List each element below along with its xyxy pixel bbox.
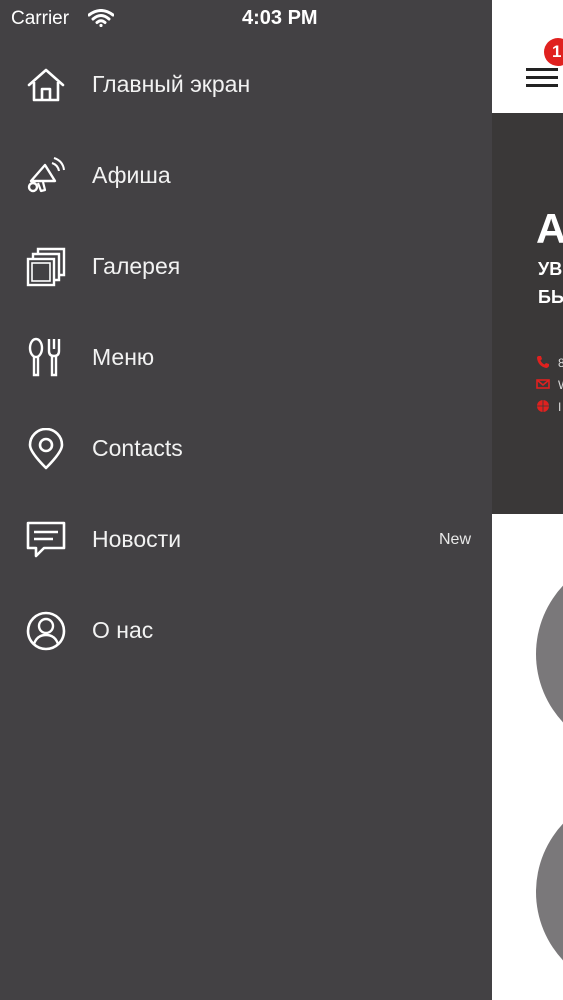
megaphone-icon bbox=[27, 157, 65, 193]
contact-line-mail: W bbox=[558, 378, 563, 392]
chat-icon bbox=[26, 521, 66, 558]
cutlery-icon bbox=[28, 337, 61, 377]
drawer-item-gallery[interactable]: Галерея bbox=[0, 224, 492, 304]
drawer-item-label: Меню bbox=[92, 344, 155, 370]
contact-line-web: I bbox=[558, 400, 562, 414]
drawer-item-label: Афиша bbox=[92, 162, 171, 188]
content-card-image[interactable] bbox=[536, 554, 563, 754]
drawer-item-home[interactable]: Главный экран bbox=[0, 42, 492, 122]
content-area bbox=[492, 514, 563, 1000]
mail-icon bbox=[536, 379, 550, 389]
hamburger-menu-icon[interactable] bbox=[526, 68, 558, 95]
new-badge: New bbox=[438, 531, 471, 548]
drawer-item-label: О нас bbox=[92, 617, 154, 643]
wifi-icon bbox=[87, 9, 115, 32]
hero-subtitle-1: УВ bbox=[538, 259, 563, 279]
app-header: 1 bbox=[492, 0, 563, 113]
drawer-item-menu[interactable]: Меню bbox=[0, 315, 492, 395]
drawer-item-poster[interactable]: Афиша bbox=[0, 133, 492, 213]
content-card-image[interactable] bbox=[536, 792, 563, 992]
drawer-item-about[interactable]: О нас bbox=[0, 588, 492, 668]
phone-icon bbox=[537, 356, 549, 368]
location-pin-icon bbox=[28, 428, 64, 470]
globe-icon bbox=[537, 400, 549, 412]
drawer-item-label: Новости bbox=[92, 526, 182, 552]
side-drawer: Главный экран Афиша Галерея Меню Contact… bbox=[0, 38, 492, 1000]
user-circle-icon bbox=[26, 611, 66, 651]
drawer-item-contacts[interactable]: Contacts bbox=[0, 406, 492, 486]
hero-banner: А УВ БЬ 8 W I bbox=[492, 113, 563, 514]
drawer-item-news[interactable]: Новости New bbox=[0, 497, 492, 577]
hero-title: А bbox=[536, 205, 563, 252]
gallery-icon bbox=[26, 247, 66, 287]
drawer-item-label: Галерея bbox=[92, 253, 181, 279]
app-page[interactable]: 1 А УВ БЬ 8 W I bbox=[492, 0, 563, 1000]
clock: 4:03 PM bbox=[242, 7, 318, 29]
carrier-label: Carrier bbox=[11, 8, 70, 29]
home-icon bbox=[27, 68, 65, 102]
notification-badge: 1 bbox=[544, 38, 563, 66]
hero-subtitle-2: БЬ bbox=[538, 287, 563, 307]
status-bar: Carrier 4:03 PM bbox=[0, 0, 563, 38]
drawer-item-label: Главный экран bbox=[92, 71, 251, 97]
contact-line-phone: 8 bbox=[558, 356, 563, 370]
drawer-item-label: Contacts bbox=[92, 435, 183, 461]
